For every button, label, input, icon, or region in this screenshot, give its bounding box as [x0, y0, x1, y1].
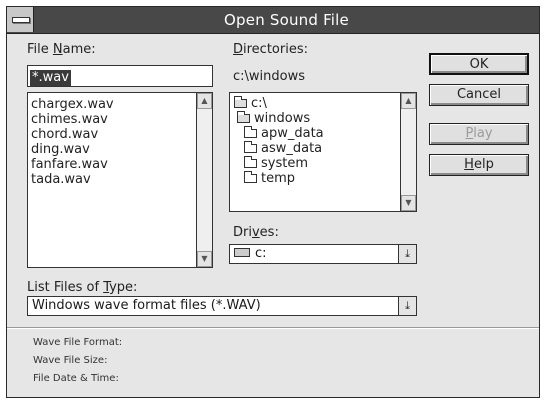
- drive-icon: [234, 248, 250, 257]
- directory-item[interactable]: asw_data: [230, 141, 416, 156]
- drives-label: Drives:: [233, 225, 279, 240]
- directory-item[interactable]: c:\: [230, 96, 416, 111]
- directories-label: Directories:: [233, 42, 308, 57]
- scroll-up-icon[interactable]: ▲: [401, 93, 416, 109]
- file-item[interactable]: ding.wav: [28, 142, 212, 157]
- file-item[interactable]: tada.wav: [28, 172, 212, 187]
- directory-item[interactable]: apw_data: [230, 126, 416, 141]
- folder-icon: [244, 171, 257, 183]
- scroll-down-icon[interactable]: ▼: [197, 251, 212, 267]
- help-button[interactable]: Help: [429, 154, 529, 176]
- directory-tree[interactable]: c:\ windows apw_data asw_data system tem…: [229, 92, 417, 212]
- drives-select[interactable]: c: ⤓: [229, 244, 417, 264]
- folder-icon: [244, 141, 257, 153]
- file-item[interactable]: chord.wav: [28, 127, 212, 142]
- play-button[interactable]: Play: [429, 123, 529, 145]
- file-item[interactable]: fanfare.wav: [28, 157, 212, 172]
- directory-item[interactable]: temp: [230, 171, 416, 186]
- wave-file-size-label: Wave File Size:: [33, 355, 108, 366]
- drives-value: c:: [255, 246, 267, 261]
- system-menu-button[interactable]: [7, 7, 34, 32]
- scroll-down-icon[interactable]: ▼: [401, 195, 416, 211]
- file-date-time-label: File Date & Time:: [33, 373, 119, 384]
- file-name-input[interactable]: *.wav: [27, 65, 213, 87]
- directory-item[interactable]: system: [230, 156, 416, 171]
- file-type-label: List Files of Type:: [27, 280, 138, 295]
- dropdown-arrow-icon[interactable]: ⤓: [398, 297, 416, 315]
- open-folder-icon: [234, 96, 247, 108]
- file-name-label: File Name:: [27, 42, 96, 57]
- directory-item[interactable]: windows: [230, 111, 416, 126]
- open-sound-file-dialog: Open Sound File File Name: *.wav chargex…: [6, 6, 540, 398]
- system-menu-icon: [12, 17, 30, 23]
- file-name-value: *.wav: [30, 70, 71, 86]
- folder-icon: [244, 156, 257, 168]
- title-bar[interactable]: Open Sound File: [7, 7, 539, 34]
- scroll-up-icon[interactable]: ▲: [197, 93, 212, 109]
- separator: [7, 327, 539, 329]
- file-item[interactable]: chargex.wav: [28, 97, 212, 112]
- file-list[interactable]: chargex.wav chimes.wav chord.wav ding.wa…: [27, 92, 213, 268]
- wave-file-format-label: Wave File Format:: [33, 337, 123, 348]
- file-type-value: Windows wave format files (*.WAV): [32, 298, 261, 313]
- cancel-button[interactable]: Cancel: [429, 84, 529, 106]
- dropdown-arrow-icon[interactable]: ⤓: [398, 245, 416, 263]
- file-type-select[interactable]: Windows wave format files (*.WAV) ⤓: [27, 296, 417, 316]
- current-directory-path: c:\windows: [233, 69, 306, 84]
- folder-icon: [244, 126, 257, 138]
- file-item[interactable]: chimes.wav: [28, 112, 212, 127]
- ok-button[interactable]: OK: [429, 53, 529, 75]
- open-folder-icon: [237, 111, 250, 123]
- directory-tree-scrollbar[interactable]: ▲ ▼: [400, 93, 416, 211]
- file-list-scrollbar[interactable]: ▲ ▼: [196, 93, 212, 267]
- dialog-title: Open Sound File: [224, 11, 349, 29]
